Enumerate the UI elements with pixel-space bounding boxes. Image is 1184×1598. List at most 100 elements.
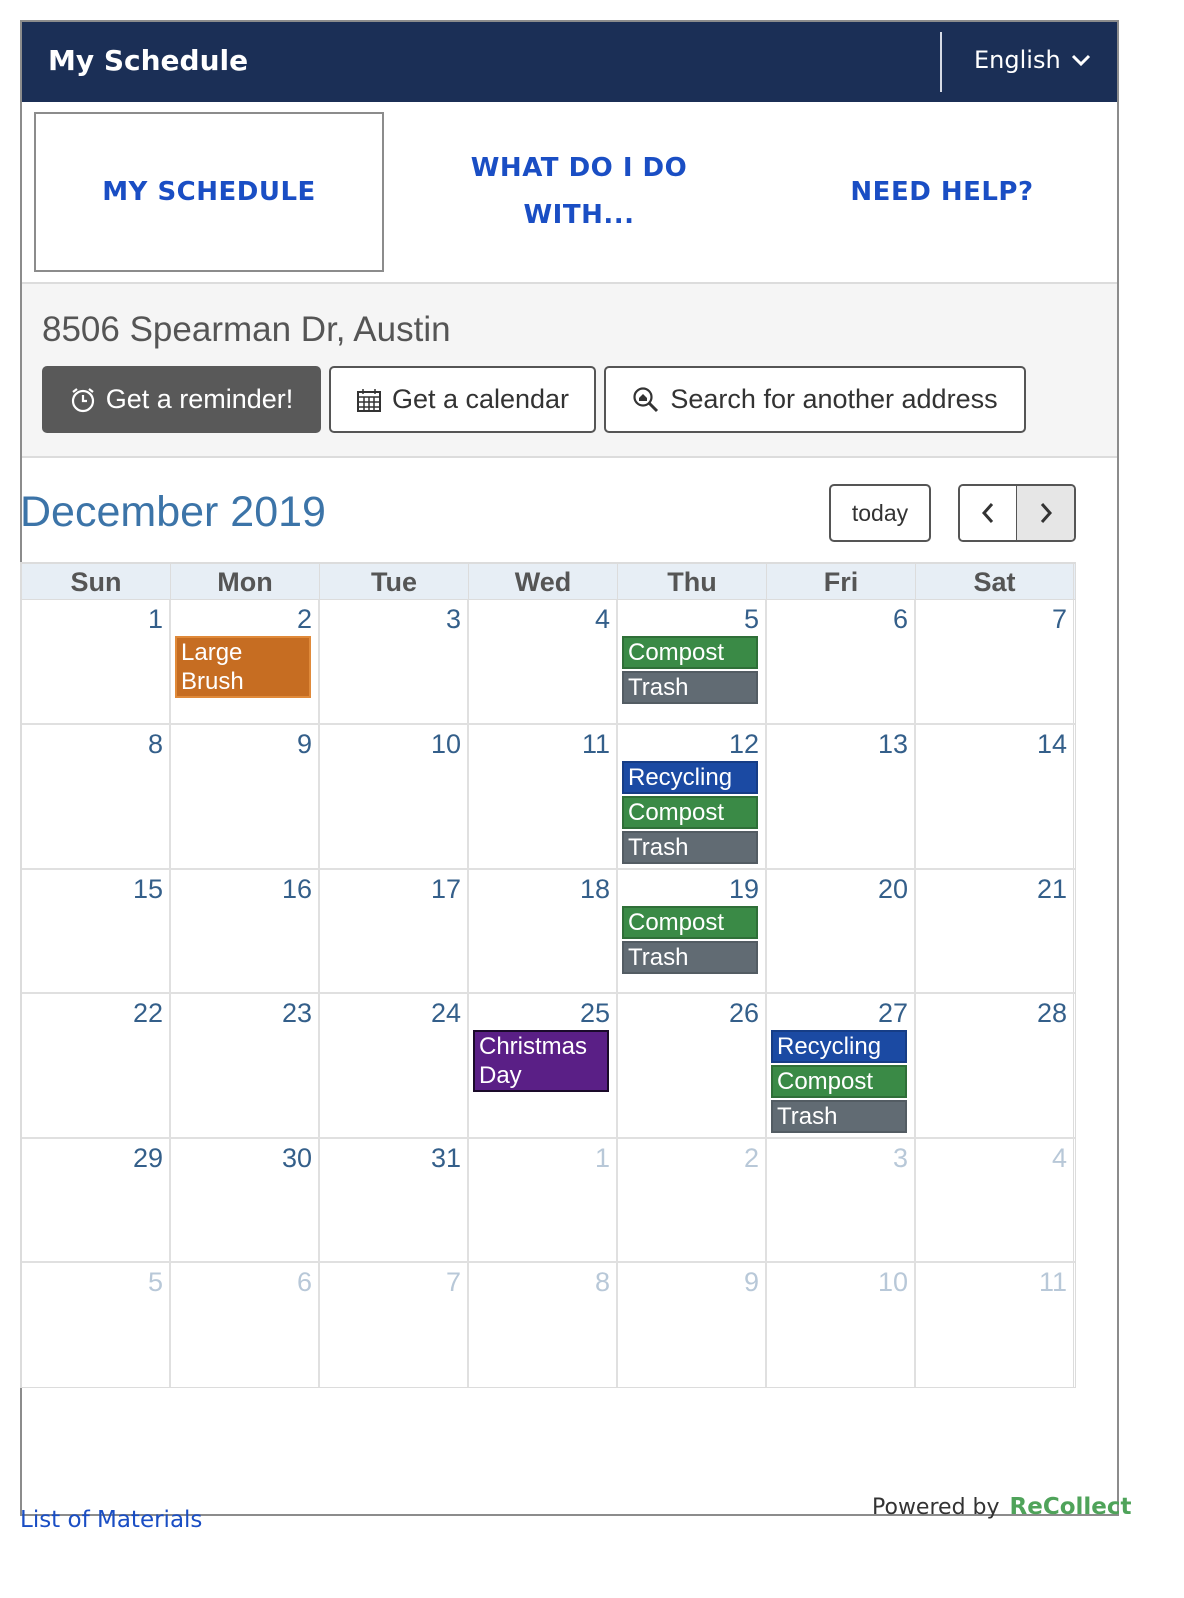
day-number: 19 bbox=[728, 874, 759, 904]
tab-what-do-i-do-with[interactable]: WHAT DO I DO WITH... bbox=[434, 122, 724, 262]
day-cell[interactable]: 28 bbox=[916, 994, 1074, 1137]
day-cell[interactable]: 15 bbox=[22, 870, 171, 992]
day-number: 1 bbox=[594, 1143, 610, 1173]
day-cell[interactable]: 10 bbox=[767, 1263, 916, 1387]
event-compost[interactable]: Compost bbox=[622, 796, 758, 829]
today-button[interactable]: today bbox=[829, 484, 931, 542]
day-number: 24 bbox=[430, 998, 461, 1028]
day-cell[interactable]: 26 bbox=[618, 994, 767, 1137]
day-cell[interactable]: 20 bbox=[767, 870, 916, 992]
event-recycling[interactable]: Recycling bbox=[771, 1030, 907, 1063]
day-cell[interactable]: 29 bbox=[22, 1139, 171, 1261]
day-cell[interactable]: 11 bbox=[916, 1263, 1074, 1387]
day-cell[interactable]: 14 bbox=[916, 725, 1074, 868]
next-month-button[interactable] bbox=[1016, 486, 1074, 540]
day-number: 11 bbox=[1038, 1267, 1067, 1297]
day-cell[interactable]: 8 bbox=[22, 725, 171, 868]
event-trash[interactable]: Trash bbox=[622, 941, 758, 974]
event-trash[interactable]: Trash bbox=[622, 671, 758, 704]
day-cell[interactable]: 1 bbox=[22, 600, 171, 723]
event-large-brush[interactable]: Large Brush Collection bbox=[175, 636, 311, 698]
day-cell[interactable]: 4 bbox=[916, 1139, 1074, 1261]
day-number: 8 bbox=[594, 1267, 610, 1297]
top-bar: My Schedule English bbox=[22, 22, 1117, 102]
day-number: 6 bbox=[296, 1267, 312, 1297]
day-number: 2 bbox=[296, 604, 312, 634]
day-cell[interactable]: 19 Compost Trash bbox=[618, 870, 767, 992]
day-number: 23 bbox=[281, 998, 312, 1028]
day-cell[interactable]: 5 bbox=[22, 1263, 171, 1387]
day-cell[interactable]: 5 Compost Trash bbox=[618, 600, 767, 723]
calendar-grid: Sun Mon Tue Wed Thu Fri Sat 1 2 Large Br… bbox=[20, 562, 1076, 1388]
language-label: English bbox=[974, 46, 1061, 74]
day-number: 12 bbox=[728, 729, 759, 759]
prev-month-button[interactable] bbox=[960, 486, 1017, 540]
day-number: 9 bbox=[743, 1267, 759, 1297]
event-christmas-day[interactable]: Christmas Day bbox=[473, 1030, 609, 1092]
search-address-label: Search for another address bbox=[670, 384, 998, 414]
weekday-sun: Sun bbox=[22, 564, 171, 599]
event-trash[interactable]: Trash bbox=[771, 1100, 907, 1133]
day-cell[interactable]: 24 bbox=[320, 994, 469, 1137]
day-number: 1 bbox=[147, 604, 163, 634]
weekday-fri: Fri bbox=[767, 564, 916, 599]
day-cell[interactable]: 3 bbox=[320, 600, 469, 723]
day-cell[interactable]: 9 bbox=[171, 725, 320, 868]
event-trash[interactable]: Trash bbox=[622, 831, 758, 864]
day-cell[interactable]: 1 bbox=[469, 1139, 618, 1261]
tab-need-help[interactable]: NEED HELP? bbox=[792, 122, 1092, 262]
day-cell[interactable]: 6 bbox=[767, 600, 916, 723]
search-address-button[interactable]: Search for another address bbox=[604, 366, 1026, 433]
get-calendar-button[interactable]: Get a calendar bbox=[329, 366, 596, 433]
recollect-logo[interactable]: ReCollect bbox=[1010, 1494, 1132, 1520]
day-cell[interactable]: 31 bbox=[320, 1139, 469, 1261]
day-number: 28 bbox=[1036, 998, 1067, 1028]
day-number: 4 bbox=[1051, 1143, 1067, 1173]
day-cell[interactable]: 7 bbox=[916, 600, 1074, 723]
day-cell[interactable]: 6 bbox=[171, 1263, 320, 1387]
day-cell[interactable]: 8 bbox=[469, 1263, 618, 1387]
get-reminder-label: Get a reminder! bbox=[105, 384, 294, 414]
day-cell[interactable]: 11 bbox=[469, 725, 618, 868]
day-cell[interactable]: 3 bbox=[767, 1139, 916, 1261]
event-compost[interactable]: Compost bbox=[622, 636, 758, 669]
day-cell[interactable]: 23 bbox=[171, 994, 320, 1137]
day-cell[interactable]: 18 bbox=[469, 870, 618, 992]
day-number: 17 bbox=[430, 874, 461, 904]
month-title: December 2019 bbox=[20, 488, 326, 536]
language-select[interactable]: English bbox=[974, 46, 1091, 74]
day-cell[interactable]: 7 bbox=[320, 1263, 469, 1387]
weekday-sat: Sat bbox=[916, 564, 1074, 599]
event-compost[interactable]: Compost bbox=[771, 1065, 907, 1098]
tab-my-schedule[interactable]: MY SCHEDULE bbox=[34, 112, 384, 272]
chevron-down-icon bbox=[1071, 54, 1090, 67]
get-reminder-button[interactable]: Get a reminder! bbox=[42, 366, 321, 433]
day-cell[interactable]: 12 Recycling Compost Trash bbox=[618, 725, 767, 868]
day-cell[interactable]: 16 bbox=[171, 870, 320, 992]
day-cell[interactable]: 21 bbox=[916, 870, 1074, 992]
month-nav bbox=[958, 484, 1076, 542]
day-cell[interactable]: 2 Large Brush Collection bbox=[171, 600, 320, 723]
day-number: 5 bbox=[743, 604, 759, 634]
day-cell[interactable]: 27 Recycling Compost Trash bbox=[767, 994, 916, 1137]
day-cell[interactable]: 25 Christmas Day bbox=[469, 994, 618, 1137]
day-cell[interactable]: 4 bbox=[469, 600, 618, 723]
chevron-left-icon bbox=[981, 503, 994, 523]
day-cell[interactable]: 10 bbox=[320, 725, 469, 868]
day-number: 30 bbox=[281, 1143, 312, 1173]
event-compost[interactable]: Compost bbox=[622, 906, 758, 939]
day-cell[interactable]: 22 bbox=[22, 994, 171, 1137]
day-number: 6 bbox=[892, 604, 908, 634]
day-cell[interactable]: 30 bbox=[171, 1139, 320, 1261]
day-cell[interactable]: 17 bbox=[320, 870, 469, 992]
day-cell[interactable]: 9 bbox=[618, 1263, 767, 1387]
day-number: 20 bbox=[877, 874, 908, 904]
list-of-materials-link[interactable]: List of Materials bbox=[20, 1507, 202, 1533]
day-number: 10 bbox=[877, 1267, 908, 1297]
day-number: 10 bbox=[430, 729, 461, 759]
event-recycling[interactable]: Recycling bbox=[622, 761, 758, 794]
day-cell[interactable]: 2 bbox=[618, 1139, 767, 1261]
day-number: 9 bbox=[296, 729, 312, 759]
day-cell[interactable]: 13 bbox=[767, 725, 916, 868]
weekday-wed: Wed bbox=[469, 564, 618, 599]
